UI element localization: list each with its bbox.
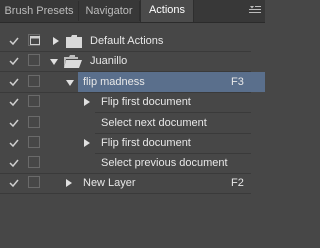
panel-menu-icon[interactable] (249, 4, 261, 16)
action-step[interactable]: Select previous document (0, 153, 265, 173)
check-icon[interactable] (8, 96, 20, 108)
action-step-label: Flip first document (101, 137, 191, 149)
check-icon[interactable] (8, 157, 20, 169)
dialog-toggle[interactable] (28, 54, 40, 66)
dialog-toggle[interactable] (28, 95, 40, 107)
check-icon[interactable] (8, 117, 20, 129)
collapse-arrow-icon[interactable] (65, 78, 75, 88)
action-step[interactable]: Flip first document (0, 92, 265, 112)
dialog-toggle[interactable] (28, 136, 40, 148)
action-step[interactable]: Flip first document (0, 133, 265, 153)
action-label: New Layer (83, 177, 136, 189)
open-folder-icon (64, 55, 82, 68)
check-icon[interactable] (8, 76, 20, 88)
dialog-toggle[interactable] (28, 75, 40, 87)
dialog-toggle[interactable] (28, 176, 40, 188)
action-new-layer[interactable]: New Layer F2 (0, 173, 265, 193)
shortcut-key: F2 (231, 177, 244, 189)
check-icon[interactable] (8, 55, 20, 67)
action-set-juanillo[interactable]: Juanillo (0, 51, 265, 71)
dialog-icon (30, 36, 40, 45)
action-set-label: Juanillo (90, 55, 128, 67)
tab-actions[interactable]: Actions (140, 0, 194, 22)
action-step-label: Select previous document (101, 157, 228, 169)
collapse-arrow-icon[interactable] (49, 57, 59, 67)
dialog-toggle[interactable] (28, 116, 40, 128)
action-step[interactable]: Select next document (0, 113, 265, 133)
action-set-label: Default Actions (90, 35, 164, 47)
folder-icon (66, 35, 82, 48)
shortcut-key: F3 (231, 76, 244, 88)
check-icon[interactable] (8, 137, 20, 149)
check-icon[interactable] (8, 177, 20, 189)
action-step-label: Flip first document (101, 96, 191, 108)
row-divider (0, 193, 251, 194)
action-set-default[interactable]: Default Actions (0, 31, 265, 51)
expand-arrow-icon[interactable] (51, 36, 61, 46)
check-icon[interactable] (8, 35, 20, 47)
dialog-toggle[interactable] (28, 156, 40, 168)
tab-brush-presets[interactable]: Brush Presets (0, 1, 79, 21)
expand-arrow-icon[interactable] (82, 97, 92, 107)
action-step-label: Select next document (101, 117, 207, 129)
dialog-toggle[interactable] (28, 34, 40, 46)
expand-arrow-icon[interactable] (82, 138, 92, 148)
panel-tab-bar: Brush Presets Navigator Actions (0, 0, 265, 23)
tab-navigator[interactable]: Navigator (79, 1, 140, 21)
action-label: flip madness (83, 76, 145, 88)
expand-arrow-icon[interactable] (64, 178, 74, 188)
action-flip-madness[interactable]: flip madness F3 (0, 72, 265, 92)
